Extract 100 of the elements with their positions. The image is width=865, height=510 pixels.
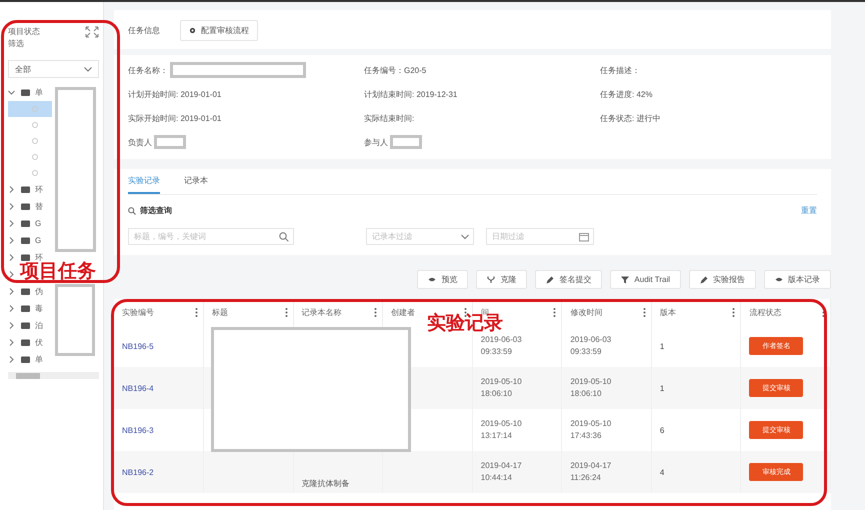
more-vertical-icon — [195, 308, 198, 316]
info-field: 任务描述： — [600, 64, 640, 76]
action-button[interactable]: 签名提交 — [535, 270, 602, 289]
info-field: 任务进度: 42% — [600, 88, 652, 100]
fork-icon — [487, 276, 496, 284]
annotation-label: 实验记录 — [427, 314, 503, 333]
caret-right-icon — [8, 356, 16, 363]
column-header: 记录本名称 — [302, 306, 342, 318]
annotation-label: 项目任务 — [20, 262, 96, 281]
chevron-down-icon — [84, 66, 92, 72]
folder-icon — [21, 322, 30, 329]
table-cell-text: 2019-06-03 09:33:59 — [570, 334, 612, 358]
folder-icon — [21, 89, 30, 96]
more-vertical-icon — [732, 308, 736, 316]
tree-item[interactable]: 泊 — [8, 317, 43, 334]
table-cell: 6 — [660, 426, 664, 434]
tree-item[interactable]: G — [8, 215, 42, 232]
tab[interactable]: 记录本 — [184, 169, 208, 194]
info-field: 参与人 — [364, 136, 388, 148]
tab[interactable]: 实验记录 — [128, 169, 160, 194]
tree-item[interactable]: 伪 — [8, 283, 43, 300]
expand-icon — [85, 26, 99, 38]
action-button[interactable]: Audit Trail — [610, 270, 681, 289]
folder-icon — [21, 356, 30, 363]
tree-item[interactable]: G — [8, 232, 42, 249]
circle-icon — [32, 170, 38, 176]
info-field: 任务状态: 进行中 — [600, 112, 660, 124]
info-field: 计划开始时间: 2019-01-01 — [128, 88, 222, 100]
config-button[interactable]: 配置审核流程 — [180, 20, 258, 41]
caret-right-icon — [8, 237, 16, 244]
tree-item[interactable]: 单 — [8, 84, 43, 101]
caret-right-icon — [8, 220, 16, 227]
redaction-block — [55, 284, 95, 356]
circle-icon — [32, 122, 38, 128]
date-field[interactable]: 日期过滤 — [486, 228, 594, 245]
table-cell-text: 2019-04-17 10:44:14 — [480, 460, 523, 484]
horizontal-scrollbar[interactable] — [8, 372, 99, 379]
caret-right-icon — [8, 254, 16, 261]
table-cell: 1 — [660, 384, 664, 392]
eye-icon — [775, 276, 783, 284]
more-vertical-icon — [374, 308, 378, 316]
action-button[interactable]: 实验报告 — [689, 270, 756, 289]
status-select[interactable]: 全部 — [8, 60, 99, 78]
record-link[interactable]: NB196-5 — [122, 342, 154, 350]
info-field: 实际开始时间: 2019-01-01 — [128, 112, 222, 124]
gear-icon — [189, 27, 196, 34]
sidebar-title: 项目状态 — [8, 26, 40, 38]
info-field: 任务名称： — [128, 64, 168, 76]
folder-icon — [21, 288, 30, 295]
table-cell-text: 2019-05-10 13:17:14 — [480, 418, 523, 442]
funnel-icon — [621, 276, 630, 284]
table-cell-text: 2019-05-10 18:06:10 — [480, 376, 523, 400]
action-button[interactable]: 预览 — [417, 270, 468, 289]
circle-icon — [32, 138, 38, 144]
table-cell-text: 2019-05-10 17:43:36 — [570, 418, 612, 442]
search-icon — [128, 206, 136, 214]
info-field: 负责人 — [128, 136, 152, 148]
folder-icon — [21, 305, 30, 312]
caret-right-icon — [8, 271, 16, 278]
folder-icon — [21, 339, 30, 346]
record-link[interactable]: NB196-4 — [122, 384, 154, 392]
calendar-icon — [579, 232, 589, 241]
info-field: 任务编号：G20-5 — [364, 64, 426, 76]
tree-item[interactable]: 毒 — [8, 300, 43, 317]
action-button[interactable]: 克隆 — [476, 270, 528, 289]
pen-icon — [546, 276, 554, 284]
tree-item[interactable]: 伏 — [8, 334, 43, 351]
folder-icon — [21, 186, 30, 193]
notebook-select[interactable]: 记录本过滤 — [366, 228, 474, 245]
column-header: 创建者 — [391, 306, 416, 318]
filter-label: 筛选 — [8, 38, 25, 50]
column-header: 流程状态 — [749, 306, 782, 318]
filter-title-text: 筛选查询 — [140, 205, 172, 216]
folder-icon — [21, 237, 30, 244]
column-header: 版本 — [660, 306, 676, 318]
folder-icon — [21, 220, 30, 227]
table-cell: 4 — [660, 468, 664, 476]
redaction-block — [390, 135, 422, 149]
caret-down-icon — [8, 89, 16, 96]
caret-right-icon — [8, 288, 16, 295]
reset-link[interactable]: 重置 — [801, 205, 817, 216]
caret-right-icon — [8, 339, 16, 346]
section-title: 任务信息 — [128, 25, 160, 36]
tree-item[interactable]: 环 — [8, 181, 43, 198]
tree-child-item[interactable] — [8, 101, 52, 117]
circle-icon — [32, 106, 38, 112]
redaction-block — [154, 135, 186, 149]
search-field[interactable]: 标题，编号，关键词 — [128, 228, 294, 245]
tree-item[interactable]: 单 — [8, 351, 43, 368]
record-link[interactable]: NB196-3 — [122, 426, 154, 434]
tree-item[interactable]: 替 — [8, 198, 43, 215]
eye-icon — [428, 276, 436, 284]
action-button[interactable]: 版本记录 — [764, 270, 831, 289]
caret-right-icon — [8, 203, 16, 210]
folder-icon — [21, 254, 30, 261]
info-field: 实际结束时间: — [364, 112, 414, 124]
table-cell-text: 2019-04-17 11:26:24 — [570, 460, 612, 484]
record-link[interactable]: NB196-2 — [122, 468, 154, 476]
pen-icon — [700, 276, 708, 284]
more-vertical-icon — [553, 308, 556, 316]
